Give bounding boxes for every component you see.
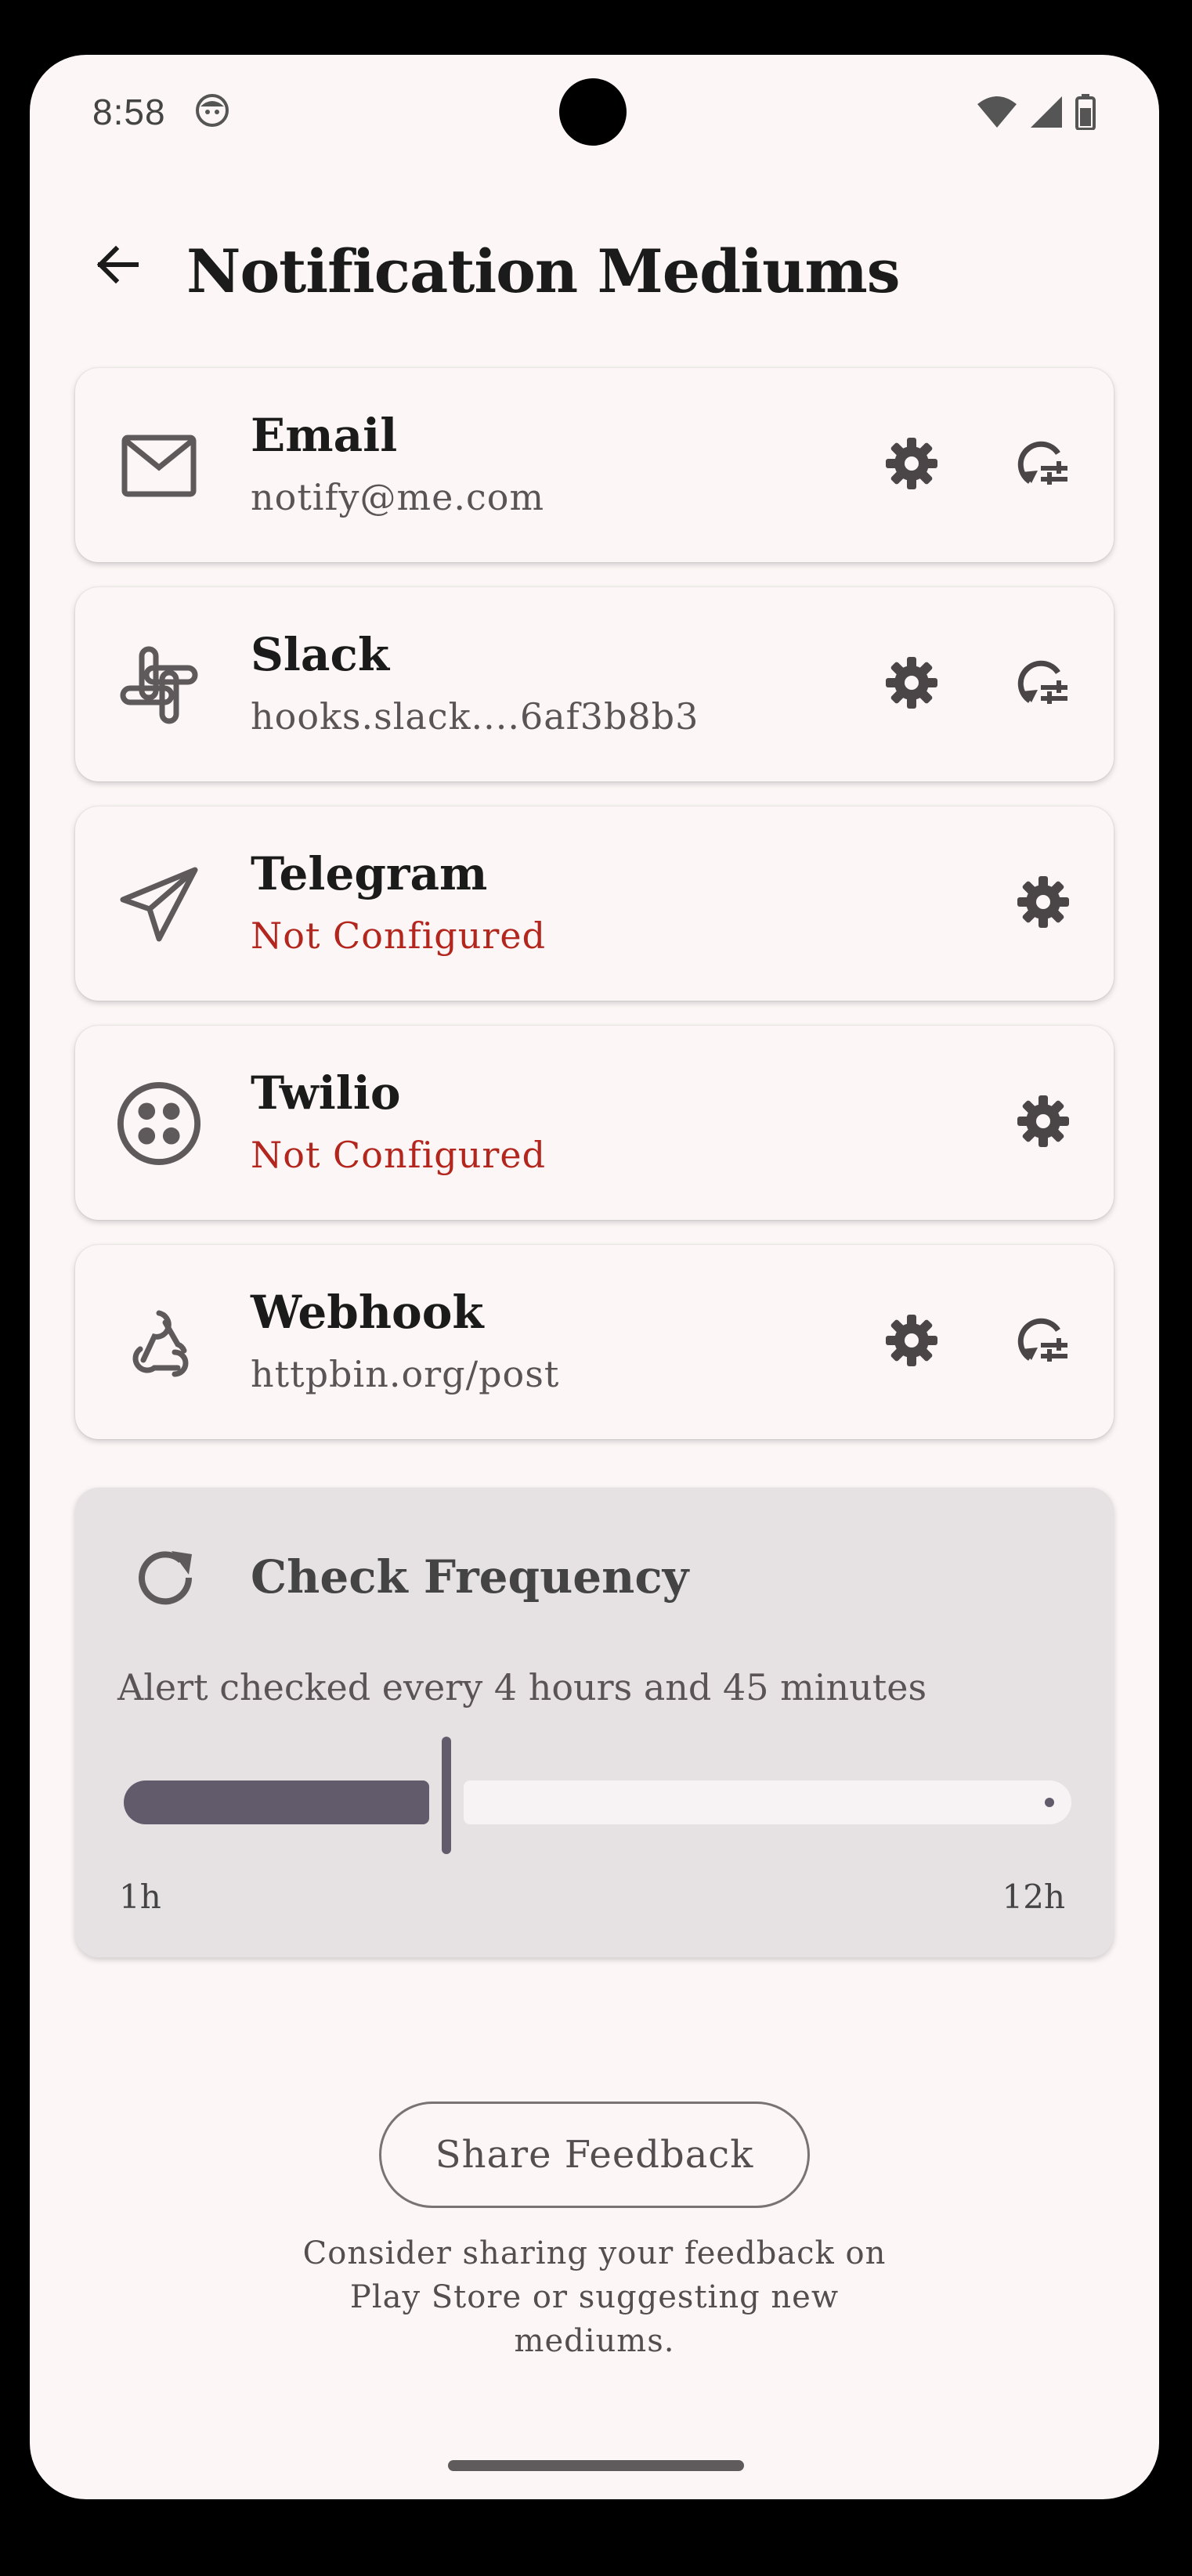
medium-card-telegram[interactable]: Telegram Not Configured [75, 806, 1114, 1001]
configure-button[interactable] [872, 426, 951, 504]
medium-name: Telegram [251, 847, 488, 900]
share-feedback-button[interactable]: Share Feedback [379, 2102, 810, 2208]
configure-button[interactable] [1004, 1084, 1082, 1162]
test-sync-icon [1014, 435, 1072, 496]
medium-detail: hooks.slack....6af3b8b3 [251, 695, 699, 738]
medium-card-slack[interactable]: Slack hooks.slack....6af3b8b3 [75, 587, 1114, 781]
refresh-icon [124, 1536, 210, 1622]
slider-inactive-track [464, 1780, 1071, 1824]
signal-icon [1029, 95, 1064, 132]
share-feedback-note: Consider sharing your feedback on Play S… [302, 2235, 887, 2359]
medium-detail: notify@me.com [251, 476, 545, 518]
gear-icon [884, 436, 939, 494]
test-sync-icon [1014, 1311, 1072, 1373]
gear-icon [884, 1313, 939, 1371]
configure-button[interactable] [872, 1303, 951, 1381]
page-title: Notification Mediums [186, 236, 901, 306]
frequency-slider[interactable] [124, 1737, 1071, 1854]
gear-icon [1016, 875, 1071, 933]
telegram-icon [116, 861, 202, 947]
gear-icon [884, 655, 939, 713]
frequency-description: Alert checked every 4 hours and 45 minut… [117, 1666, 927, 1708]
slider-min-label: 1h [119, 1878, 161, 1916]
mail-icon [116, 423, 202, 509]
battery-icon [1075, 94, 1096, 133]
test-notification-button[interactable] [1004, 1303, 1082, 1381]
device-frame: 8:58 Notification Mediums Email notify@m… [0, 0, 1192, 2576]
notification-app-icon [194, 92, 230, 128]
medium-status: Not Configured [251, 915, 547, 957]
configure-button[interactable] [1004, 864, 1082, 943]
test-notification-button[interactable] [1004, 426, 1082, 504]
medium-card-email[interactable]: Email notify@me.com [75, 368, 1114, 562]
slider-end-stop [1045, 1798, 1054, 1807]
medium-name: Webhook [251, 1286, 484, 1339]
back-button[interactable] [78, 227, 157, 305]
test-sync-icon [1014, 654, 1072, 715]
home-indicator[interactable] [448, 2460, 744, 2471]
top-app-bar: Notification Mediums [30, 211, 1159, 321]
medium-name: Email [251, 409, 398, 462]
medium-name: Slack [251, 628, 390, 681]
medium-detail: httpbin.org/post [251, 1353, 560, 1395]
status-icons [976, 94, 1096, 133]
medium-card-twilio[interactable]: Twilio Not Configured [75, 1026, 1114, 1220]
app-screen: 8:58 Notification Mediums Email notify@m… [30, 55, 1159, 2499]
slider-active-track [124, 1780, 429, 1824]
slack-icon [116, 642, 202, 728]
arrow-back-icon [92, 240, 143, 293]
configure-button[interactable] [872, 645, 951, 723]
wifi-icon [976, 95, 1018, 132]
gear-icon [1016, 1094, 1071, 1152]
slider-thumb[interactable] [442, 1737, 451, 1854]
medium-status: Not Configured [251, 1134, 547, 1176]
medium-name: Twilio [251, 1066, 401, 1120]
status-bar: 8:58 [30, 55, 1159, 172]
camera-cutout [559, 78, 627, 146]
test-notification-button[interactable] [1004, 645, 1082, 723]
webhook-icon [116, 1300, 202, 1386]
twilio-icon [116, 1081, 202, 1167]
check-frequency-card: Check Frequency Alert checked every 4 ho… [75, 1488, 1114, 1957]
slider-max-label: 12h [1002, 1878, 1066, 1916]
frequency-title: Check Frequency [251, 1550, 689, 1604]
status-time: 8:58 [92, 92, 166, 132]
medium-card-webhook[interactable]: Webhook httpbin.org/post [75, 1245, 1114, 1439]
